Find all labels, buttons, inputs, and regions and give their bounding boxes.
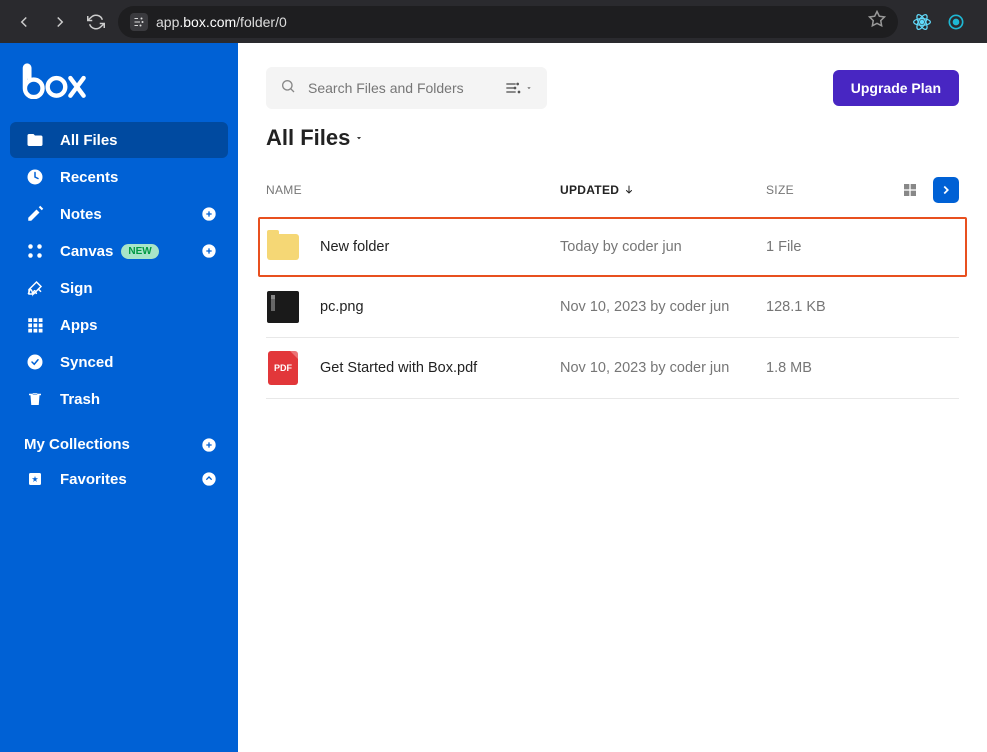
add-note-button[interactable] <box>200 205 218 223</box>
file-size: 1.8 MB <box>766 360 812 376</box>
file-list: New folder Today by coder jun 1 File pc.… <box>238 217 987 399</box>
column-header-updated[interactable]: UPDATED <box>560 183 766 197</box>
add-collection-button[interactable] <box>200 436 218 454</box>
chevron-down-icon <box>525 84 533 92</box>
file-size: 128.1 KB <box>766 299 826 315</box>
add-canvas-button[interactable] <box>200 242 218 260</box>
sign-icon <box>24 279 46 297</box>
browser-back-button[interactable] <box>10 8 38 36</box>
sidebar-item-apps[interactable]: Apps <box>10 307 228 343</box>
image-file-icon <box>266 290 300 324</box>
file-updated: Today by coder jun <box>560 239 766 255</box>
column-header-name[interactable]: NAME <box>266 183 560 197</box>
sidebar-item-sign[interactable]: Sign <box>10 270 228 306</box>
table-header: NAME UPDATED SIZE <box>238 161 987 217</box>
expand-favorites-button[interactable] <box>200 470 218 488</box>
page-title[interactable]: All Files <box>266 125 364 151</box>
sidebar-item-label: Canvas <box>60 243 113 260</box>
browser-chrome: app.box.com/folder/0 <box>0 0 987 43</box>
sidebar-item-label: Recents <box>60 169 118 186</box>
file-name: New folder <box>320 239 560 255</box>
file-size: 1 File <box>766 239 801 255</box>
collections-header: My Collections <box>10 418 228 461</box>
folder-file-icon <box>266 230 300 264</box>
extension-react-icon[interactable] <box>912 12 932 32</box>
chevron-down-icon <box>354 133 364 143</box>
box-logo[interactable] <box>10 59 228 122</box>
file-updated: Nov 10, 2023 by coder jun <box>560 299 766 315</box>
sidebar-item-label: Apps <box>60 317 98 334</box>
sort-descending-icon <box>623 184 635 196</box>
pdf-file-icon: PDF <box>266 351 300 385</box>
site-settings-icon[interactable] <box>130 13 148 31</box>
new-badge: NEW <box>121 244 158 259</box>
table-row[interactable]: New folder Today by coder jun 1 File <box>258 217 967 277</box>
grid-view-button[interactable] <box>897 177 923 203</box>
search-container <box>266 67 547 109</box>
trash-icon <box>24 390 46 408</box>
browser-forward-button[interactable] <box>46 8 74 36</box>
favorites-icon <box>24 470 46 488</box>
details-panel-button[interactable] <box>933 177 959 203</box>
sidebar-item-label: All Files <box>60 132 118 149</box>
sidebar-item-all-files[interactable]: All Files <box>10 122 228 158</box>
file-name: Get Started with Box.pdf <box>320 360 560 376</box>
notes-icon <box>24 205 46 223</box>
view-controls <box>897 177 959 203</box>
browser-reload-button[interactable] <box>82 8 110 36</box>
browser-url-bar[interactable]: app.box.com/folder/0 <box>118 6 898 38</box>
table-row[interactable]: PDF Get Started with Box.pdf Nov 10, 202… <box>266 338 959 399</box>
sidebar-item-label: Favorites <box>60 471 127 488</box>
file-updated: Nov 10, 2023 by coder jun <box>560 360 766 376</box>
page-title-row: All Files <box>238 109 987 161</box>
app-container: All Files Recents Notes Canvas NEW Sign … <box>0 43 987 752</box>
table-row[interactable]: pc.png Nov 10, 2023 by coder jun 128.1 K… <box>266 277 959 338</box>
clock-icon <box>24 168 46 186</box>
upgrade-plan-button[interactable]: Upgrade Plan <box>833 70 959 106</box>
synced-icon <box>24 353 46 371</box>
sidebar-item-recents[interactable]: Recents <box>10 159 228 195</box>
folder-icon <box>24 131 46 149</box>
sidebar-item-label: Trash <box>60 391 100 408</box>
main-content: Upgrade Plan All Files NAME UPDATED SIZE <box>238 43 987 752</box>
extension-icon[interactable] <box>946 12 966 32</box>
top-bar: Upgrade Plan <box>238 43 987 109</box>
search-icon <box>280 78 296 99</box>
sidebar-item-label: Synced <box>60 354 113 371</box>
sidebar-item-synced[interactable]: Synced <box>10 344 228 380</box>
sidebar-item-notes[interactable]: Notes <box>10 196 228 232</box>
file-name: pc.png <box>320 299 560 315</box>
browser-url-text: app.box.com/folder/0 <box>156 14 860 30</box>
search-filter-button[interactable] <box>505 80 533 96</box>
sidebar-item-label: Sign <box>60 280 93 297</box>
sidebar-item-trash[interactable]: Trash <box>10 381 228 417</box>
sidebar-item-label: Notes <box>60 206 102 223</box>
bookmark-star-icon[interactable] <box>868 10 886 33</box>
sidebar-item-favorites[interactable]: Favorites <box>10 461 228 497</box>
sidebar-item-canvas[interactable]: Canvas NEW <box>10 233 228 269</box>
column-header-size[interactable]: SIZE <box>766 183 886 197</box>
canvas-icon <box>24 242 46 260</box>
search-input[interactable] <box>308 80 499 96</box>
sidebar: All Files Recents Notes Canvas NEW Sign … <box>0 43 238 752</box>
apps-icon <box>24 316 46 334</box>
